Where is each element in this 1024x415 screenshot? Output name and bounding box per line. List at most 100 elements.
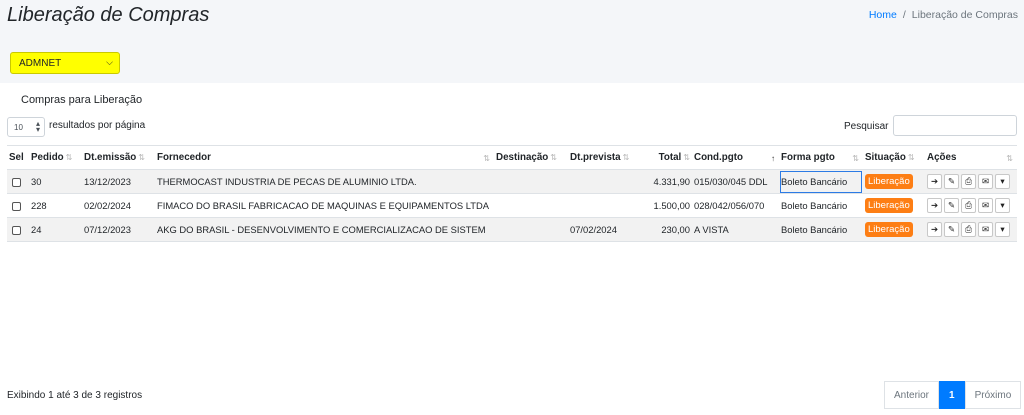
envelope-icon[interactable]: ✉ <box>978 174 993 189</box>
row-checkbox[interactable] <box>12 178 21 187</box>
caret-down-icon[interactable]: ▾ <box>995 174 1010 189</box>
sort-icon: ⇅ <box>907 153 915 162</box>
col-situacao-label: Situação <box>865 152 906 163</box>
total-cell: 4.331,90 <box>642 169 692 194</box>
breadcrumb-current: Liberação de Compras <box>911 9 1018 21</box>
pedido-cell: 228 <box>29 193 82 218</box>
pagination-next[interactable]: Próximo <box>964 381 1022 409</box>
col-fornecedor[interactable]: Fornecedor ⇅ <box>155 145 494 170</box>
search-input[interactable] <box>893 115 1017 136</box>
company-select-value: ADMNET <box>19 58 62 69</box>
situacao-cell: Liberação <box>863 193 925 218</box>
pagination: Anterior 1 Próximo <box>884 381 1022 409</box>
emissao-cell: 02/02/2024 <box>82 193 155 218</box>
table-info: Exibindo 1 até 3 de 3 registros <box>7 390 143 401</box>
sort-icon: ⇅ <box>550 153 557 162</box>
col-emissao[interactable]: Dt.emissão ⇅ <box>82 145 155 170</box>
sort-icon: ⇅ <box>683 153 690 162</box>
pedido-cell: 30 <box>29 169 82 194</box>
sort-arrows-icon: ▴ ▾ <box>35 119 40 134</box>
page-title: Liberação de Compras <box>7 4 210 26</box>
envelope-icon[interactable]: ✉ <box>978 198 993 213</box>
actions-cell: ➔ ✎ ⎙ ✉ ▾ <box>925 169 1017 194</box>
sort-asc-icon: ↑ <box>771 154 775 163</box>
table-row[interactable]: 24 07/12/2023 AKG DO BRASIL - DESENVOLVI… <box>7 217 1017 242</box>
status-badge: Liberação <box>865 198 913 213</box>
sort-icon: ⇅ <box>852 154 859 163</box>
col-destinacao-label: Destinação <box>496 152 549 163</box>
col-fornecedor-label: Fornecedor <box>157 152 211 163</box>
sort-icon: ⇅ <box>622 153 630 162</box>
col-pedido[interactable]: Pedido ⇅ <box>29 145 82 170</box>
forma-cell[interactable]: Boleto Bancário <box>779 169 863 194</box>
total-cell: 1.500,00 <box>642 193 692 218</box>
breadcrumb-separator: / <box>902 9 906 21</box>
page-length-select[interactable]: 10 ▴ ▾ <box>7 117 45 137</box>
col-cond-label: Cond.pgto <box>694 152 743 163</box>
col-total-label: Total <box>658 152 682 163</box>
cond-cell: 028/042/056/070 <box>692 193 779 218</box>
emissao-cell: 07/12/2023 <box>82 217 155 242</box>
col-total[interactable]: Total ⇅ <box>642 145 692 170</box>
table-header-row: Sel Pedido ⇅ Dt.emissão ⇅ Fornecedor ⇅ Dest… <box>7 145 1017 170</box>
col-forma[interactable]: Forma pgto ⇅ <box>779 145 863 170</box>
select-cell <box>7 217 29 242</box>
destinacao-cell <box>494 217 568 242</box>
arrow-right-icon[interactable]: ➔ <box>927 222 942 237</box>
emissao-cell: 13/12/2023 <box>82 169 155 194</box>
table-row[interactable]: 30 13/12/2023 THERMOCAST INDUSTRIA DE PE… <box>7 169 1017 194</box>
col-destinacao[interactable]: Destinação ⇅ <box>494 145 568 170</box>
arrow-right-icon[interactable]: ➔ <box>927 174 942 189</box>
page-length-value: 10 <box>14 123 23 132</box>
col-situacao[interactable]: Situação ⇅ <box>863 145 925 170</box>
card-title: Compras para Liberação <box>21 94 143 106</box>
chevron-down-icon: ⌵ <box>106 57 113 67</box>
purchases-card: Compras para Liberação 10 ▴ ▾ resultados … <box>0 83 1024 415</box>
fornecedor-cell: AKG DO BRASIL - DESENVOLVIMENTO E COMERC… <box>155 217 494 242</box>
col-sel: Sel <box>7 145 29 170</box>
row-checkbox[interactable] <box>12 226 21 235</box>
edit-icon[interactable]: ✎ <box>944 222 959 237</box>
prevista-cell: 07/02/2024 <box>568 217 642 242</box>
pagination-current[interactable]: 1 <box>939 381 965 409</box>
prevista-cell <box>568 169 642 194</box>
edit-icon[interactable]: ✎ <box>944 198 959 213</box>
caret-down-icon[interactable]: ▾ <box>995 198 1010 213</box>
print-icon[interactable]: ⎙ <box>961 222 976 237</box>
cond-cell: A VISTA <box>692 217 779 242</box>
fornecedor-cell: FIMACO DO BRASIL FABRICACAO DE MAQUINAS … <box>155 193 494 218</box>
forma-cell[interactable]: Boleto Bancário <box>779 217 863 242</box>
purchases-table: Sel Pedido ⇅ Dt.emissão ⇅ Fornecedor ⇅ Dest… <box>7 145 1017 242</box>
actions-cell: ➔ ✎ ⎙ ✉ ▾ <box>925 193 1017 218</box>
sort-icon: ⇅ <box>1006 154 1013 163</box>
fornecedor-cell: THERMOCAST INDUSTRIA DE PECAS DE ALUMINI… <box>155 169 494 194</box>
forma-cell[interactable]: Boleto Bancário <box>779 193 863 218</box>
caret-down-icon[interactable]: ▾ <box>995 222 1010 237</box>
edit-icon[interactable]: ✎ <box>944 174 959 189</box>
col-prevista[interactable]: Dt.prevista ⇅ <box>568 145 642 170</box>
col-emissao-label: Dt.emissão <box>84 152 137 163</box>
col-acoes[interactable]: Ações ⇅ <box>925 145 1017 170</box>
pagination-prev[interactable]: Anterior <box>884 381 940 409</box>
sort-icon: ⇅ <box>65 153 73 162</box>
print-icon[interactable]: ⎙ <box>961 198 976 213</box>
col-acoes-label: Ações <box>927 152 957 163</box>
page-length-label: resultados por página <box>49 120 146 131</box>
row-checkbox[interactable] <box>12 202 21 211</box>
col-forma-label: Forma pgto <box>781 152 835 163</box>
situacao-cell: Liberação <box>863 217 925 242</box>
col-cond[interactable]: Cond.pgto ↑ <box>692 145 779 170</box>
breadcrumb-home-link[interactable]: Home <box>869 9 897 21</box>
print-icon[interactable]: ⎙ <box>961 174 976 189</box>
envelope-icon[interactable]: ✉ <box>978 222 993 237</box>
company-select[interactable]: ADMNET ⌵ <box>10 52 120 74</box>
arrow-right-icon[interactable]: ➔ <box>927 198 942 213</box>
prevista-cell <box>568 193 642 218</box>
destinacao-cell <box>494 193 568 218</box>
table-row[interactable]: 228 02/02/2024 FIMACO DO BRASIL FABRICAC… <box>7 193 1017 218</box>
status-badge: Liberação <box>865 222 913 237</box>
pedido-cell: 24 <box>29 217 82 242</box>
col-prevista-label: Dt.prevista <box>570 152 621 163</box>
status-badge: Liberação <box>865 174 913 189</box>
select-cell <box>7 169 29 194</box>
